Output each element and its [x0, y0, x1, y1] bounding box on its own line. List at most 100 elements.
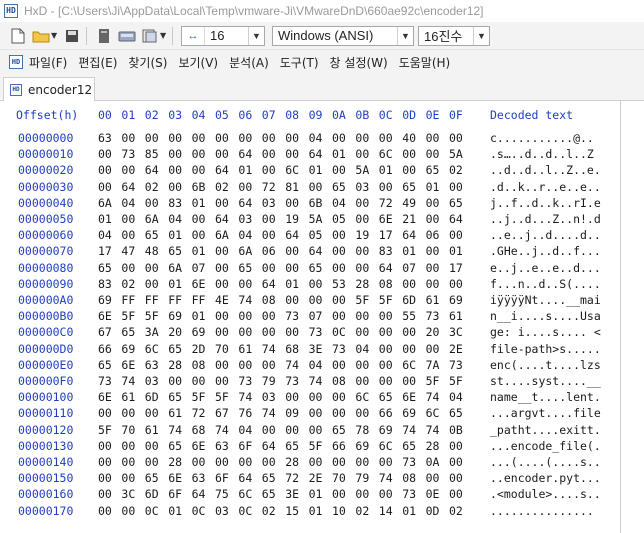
- hex-byte[interactable]: 6D: [145, 390, 159, 404]
- hex-row[interactable]: 00000020 00 00 64 00 00 64 01 00 6C 01 00 5A 01 00 65 02…: [0, 163, 620, 179]
- hex-row[interactable]: 00000100 6E 61 6D 65 5F 5F 74 03 00 00 00 6C 65 6E 74 04…: [0, 390, 620, 406]
- hex-byte[interactable]: 74: [379, 471, 393, 485]
- hex-byte[interactable]: 64: [192, 487, 206, 501]
- hex-byte[interactable]: 74: [262, 342, 276, 356]
- hex-byte[interactable]: 53: [332, 277, 346, 291]
- hex-byte[interactable]: 00: [168, 147, 182, 161]
- hex-byte[interactable]: 61: [145, 423, 159, 437]
- hex-byte[interactable]: 70: [215, 342, 229, 356]
- hex-byte[interactable]: 00: [426, 131, 440, 145]
- hex-byte[interactable]: 73: [285, 374, 299, 388]
- hex-byte[interactable]: 00: [309, 293, 323, 307]
- hex-byte[interactable]: 04: [309, 358, 323, 372]
- hex-row[interactable]: 000000E0 65 6E 63 28 08 00 00 00 74 04 00 00 00 6C 7A 73…: [0, 358, 620, 374]
- hex-byte[interactable]: 65: [332, 423, 346, 437]
- hex-row[interactable]: 00000030 00 64 02 00 6B 02 00 72 81 00 65 03 00 65 01 00…: [0, 180, 620, 196]
- hex-editor[interactable]: Offset(h) 00 01 02 03 04 05 06 07 08 09 0A 0B 0C 0D 0E…: [0, 101, 644, 533]
- hex-byte[interactable]: 00: [332, 293, 346, 307]
- hex-byte[interactable]: 00: [379, 374, 393, 388]
- hex-byte[interactable]: 65: [262, 471, 276, 485]
- hex-byte[interactable]: 00: [426, 261, 440, 275]
- hex-byte[interactable]: 00: [262, 455, 276, 469]
- hex-byte[interactable]: 64: [238, 196, 252, 210]
- hex-byte[interactable]: 72: [192, 406, 206, 420]
- hex-row[interactable]: 00000110 00 00 00 61 72 67 76 74 09 00 00 00 66 69 6C 65…: [0, 406, 620, 422]
- hex-byte[interactable]: 07: [402, 261, 416, 275]
- hex-byte[interactable]: 00: [379, 358, 393, 372]
- hex-row[interactable]: 000000C0 67 65 3A 20 69 00 00 00 00 73 0C 00 00 00 20 3C…: [0, 325, 620, 341]
- hex-byte[interactable]: 69: [98, 293, 112, 307]
- hex-byte[interactable]: 69: [449, 293, 463, 307]
- hex-byte[interactable]: 01: [192, 309, 206, 323]
- hex-byte[interactable]: 81: [285, 180, 299, 194]
- hex-byte[interactable]: 6A: [238, 244, 252, 258]
- hex-byte[interactable]: 00: [262, 131, 276, 145]
- hex-byte[interactable]: 00: [215, 309, 229, 323]
- hex-byte[interactable]: 00: [98, 471, 112, 485]
- hex-byte[interactable]: 00: [449, 439, 463, 453]
- hex-byte[interactable]: 00: [262, 228, 276, 242]
- hex-byte[interactable]: 00: [309, 180, 323, 194]
- hex-byte[interactable]: 5F: [379, 293, 393, 307]
- hex-byte[interactable]: 66: [332, 439, 346, 453]
- hex-byte[interactable]: 3A: [145, 325, 159, 339]
- hex-byte[interactable]: 00: [145, 131, 159, 145]
- hex-byte[interactable]: 00: [332, 309, 346, 323]
- hex-byte[interactable]: 73: [285, 309, 299, 323]
- hex-byte[interactable]: 0C: [145, 504, 159, 518]
- hex-byte[interactable]: 73: [238, 374, 252, 388]
- hex-byte[interactable]: 06: [426, 228, 440, 242]
- hex-byte[interactable]: 00: [449, 487, 463, 501]
- hex-byte[interactable]: 5F: [145, 309, 159, 323]
- hex-byte[interactable]: 00: [332, 390, 346, 404]
- hex-byte[interactable]: 00: [215, 196, 229, 210]
- hex-byte[interactable]: 5F: [309, 439, 323, 453]
- hex-byte[interactable]: 00: [449, 180, 463, 194]
- hex-byte[interactable]: 5A: [309, 212, 323, 226]
- hex-byte[interactable]: 00: [402, 374, 416, 388]
- hex-byte[interactable]: 74: [238, 293, 252, 307]
- hex-byte[interactable]: 00: [262, 212, 276, 226]
- hex-byte[interactable]: 69: [192, 325, 206, 339]
- hex-byte[interactable]: 00: [215, 455, 229, 469]
- hex-byte[interactable]: 64: [309, 244, 323, 258]
- decoded-text[interactable]: .GHe..j..d..f...: [490, 244, 601, 258]
- hex-byte[interactable]: 0C: [332, 325, 346, 339]
- hex-byte[interactable]: 01: [332, 147, 346, 161]
- decoded-text[interactable]: ge: i....s.... <: [490, 325, 601, 339]
- hex-byte[interactable]: 65: [449, 196, 463, 210]
- hex-byte[interactable]: 55: [402, 309, 416, 323]
- hex-byte[interactable]: 40: [402, 131, 416, 145]
- hex-byte[interactable]: 00: [402, 342, 416, 356]
- hex-byte[interactable]: 00: [449, 277, 463, 291]
- hex-byte[interactable]: 28: [168, 455, 182, 469]
- hex-byte[interactable]: 65: [379, 390, 393, 404]
- hex-byte[interactable]: 6E: [402, 390, 416, 404]
- decoded-text[interactable]: e..j..e..e..d...: [490, 261, 601, 275]
- hex-byte[interactable]: 00: [121, 439, 135, 453]
- hex-byte[interactable]: 04: [121, 196, 135, 210]
- hex-byte[interactable]: 08: [262, 293, 276, 307]
- hex-byte[interactable]: 00: [285, 325, 299, 339]
- hex-byte[interactable]: 07: [192, 261, 206, 275]
- decoded-text[interactable]: ..encoder.pyt...: [490, 471, 601, 485]
- hex-byte[interactable]: 00: [426, 147, 440, 161]
- hex-byte[interactable]: 67: [215, 406, 229, 420]
- decoded-text[interactable]: .<module>....s..: [490, 487, 601, 501]
- open-folder-icon[interactable]: [31, 26, 51, 46]
- hex-byte[interactable]: 00: [262, 325, 276, 339]
- hex-byte[interactable]: 00: [192, 228, 206, 242]
- hex-byte[interactable]: 00: [215, 277, 229, 291]
- hex-byte[interactable]: 00: [98, 487, 112, 501]
- hex-byte[interactable]: 00: [426, 196, 440, 210]
- hex-byte[interactable]: 65: [121, 325, 135, 339]
- hex-byte[interactable]: 76: [238, 406, 252, 420]
- hex-byte[interactable]: 00: [145, 455, 159, 469]
- hex-byte[interactable]: 2E: [309, 471, 323, 485]
- hex-byte[interactable]: 08: [402, 471, 416, 485]
- hex-byte[interactable]: 02: [121, 277, 135, 291]
- decoded-text[interactable]: ...argvt....file: [490, 406, 601, 420]
- hex-byte[interactable]: 00: [168, 163, 182, 177]
- hex-byte[interactable]: 03: [262, 196, 276, 210]
- hex-byte[interactable]: 04: [168, 212, 182, 226]
